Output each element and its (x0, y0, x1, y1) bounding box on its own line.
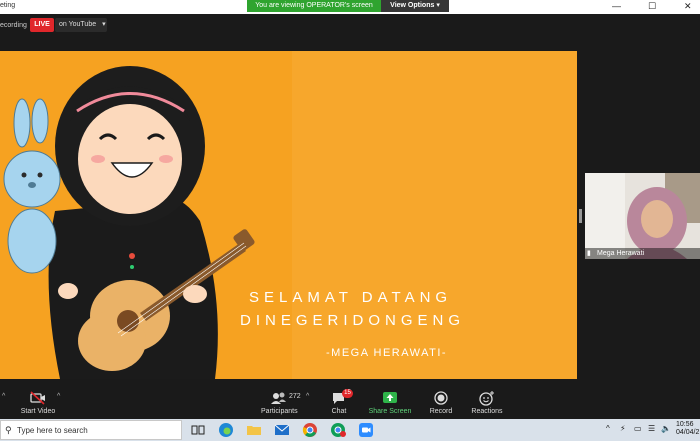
record-icon (434, 391, 448, 405)
viewing-screen-banner: You are viewing OPERATOR's screen (247, 0, 381, 12)
reactions-icon (479, 391, 494, 406)
participant-name-bar: Mega Herawati (585, 248, 700, 259)
taskbar-clock[interactable]: 10:56 04/04/2 (676, 421, 699, 437)
clock-time: 10:56 (676, 421, 694, 428)
participant-name: Mega Herawati (597, 250, 645, 257)
signal-bars-icon: ▮ (587, 250, 591, 257)
tray-overflow-icon[interactable]: ^ (606, 424, 610, 433)
wifi-icon[interactable]: ☰ (648, 424, 655, 433)
search-icon: ⚲ (5, 425, 12, 435)
participants-label: Participants (261, 408, 298, 415)
window-title: eting (0, 2, 16, 9)
keyboard-icon[interactable]: ▭ (634, 424, 642, 433)
chrome-icon[interactable] (302, 422, 318, 438)
share-screen-icon (383, 392, 397, 403)
chrome-profile-icon[interactable] (330, 422, 346, 438)
youtube-label: on YouTube (59, 21, 97, 28)
taskbar-search-box[interactable]: ⚲ Type here to search (0, 420, 182, 440)
share-screen-button[interactable]: Share Screen (368, 390, 412, 418)
chevron-down-icon: ▾ (436, 2, 440, 9)
audio-options-caret-icon[interactable]: ^ (2, 393, 5, 400)
volume-icon[interactable]: 🔈 (661, 424, 671, 433)
storyteller-illustration (3, 66, 255, 379)
title-bar: eting You are viewing OPERATOR's screen … (0, 0, 700, 14)
chat-label: Chat (331, 408, 347, 415)
file-explorer-icon[interactable] (246, 422, 262, 438)
search-placeholder: Type here to search (17, 426, 88, 435)
clock-date: 04/04/2 (676, 429, 700, 436)
participants-options-caret-icon[interactable]: ^ (306, 393, 309, 400)
zoom-window: eting You are viewing OPERATOR's screen … (0, 0, 700, 441)
welcome-subtitle: DINEGERIDONGENG (240, 312, 466, 329)
network-icon[interactable]: ⚡ (620, 424, 626, 433)
video-options-caret-icon[interactable]: ^ (57, 393, 60, 400)
reactions-label: Reactions (471, 408, 503, 415)
video-off-icon (30, 391, 45, 405)
chat-unread-badge: 15 (342, 389, 353, 398)
edge-browser-icon[interactable] (218, 422, 234, 438)
record-button[interactable]: Record (427, 390, 455, 418)
close-button[interactable]: ✕ (684, 1, 692, 12)
participant-video (585, 173, 700, 259)
shared-screen: SELAMAT DATANG DINEGERIDONGENG -MEGA HER… (0, 51, 577, 379)
zoom-app-icon[interactable] (358, 422, 374, 438)
start-video-label: Start Video (20, 408, 56, 415)
caret-down-icon: ▾ (102, 21, 106, 28)
slide-right-panel (292, 51, 577, 379)
panel-splitter-handle[interactable] (579, 209, 582, 223)
live-on-youtube-button[interactable]: on YouTube ▾ (55, 18, 107, 32)
participants-icon (271, 392, 286, 404)
participant-video-tile[interactable]: Mega Herawati ▮ (585, 173, 700, 259)
share-screen-label: Share Screen (368, 408, 412, 415)
recording-label: ecording (0, 22, 27, 29)
participants-count: 272 (289, 393, 301, 400)
live-badge: LIVE (30, 18, 54, 32)
view-options-label: View Options (390, 2, 435, 9)
meeting-area: ecording LIVE on YouTube ▾ SELAMAT DATAN… (0, 14, 700, 389)
welcome-title: SELAMAT DATANG (249, 289, 453, 306)
start-video-button[interactable]: Start Video (20, 390, 56, 418)
minimize-button[interactable]: — (612, 1, 621, 11)
reactions-button[interactable]: Reactions (469, 390, 505, 418)
task-view-icon[interactable] (190, 422, 206, 438)
mail-icon[interactable] (274, 422, 290, 438)
welcome-author: -MEGA HERAWATI- (326, 347, 448, 359)
record-label: Record (429, 408, 453, 415)
windows-taskbar: ⚲ Type here to search ^ ⚡ ▭ ☰ 🔈 10:56 04… (0, 419, 700, 441)
maximize-button[interactable]: ☐ (648, 1, 656, 12)
meeting-toolbar: ^ Start Video ^ Participants 272 ^ Chat … (0, 389, 700, 419)
view-options-button[interactable]: View Options ▾ (381, 0, 449, 12)
